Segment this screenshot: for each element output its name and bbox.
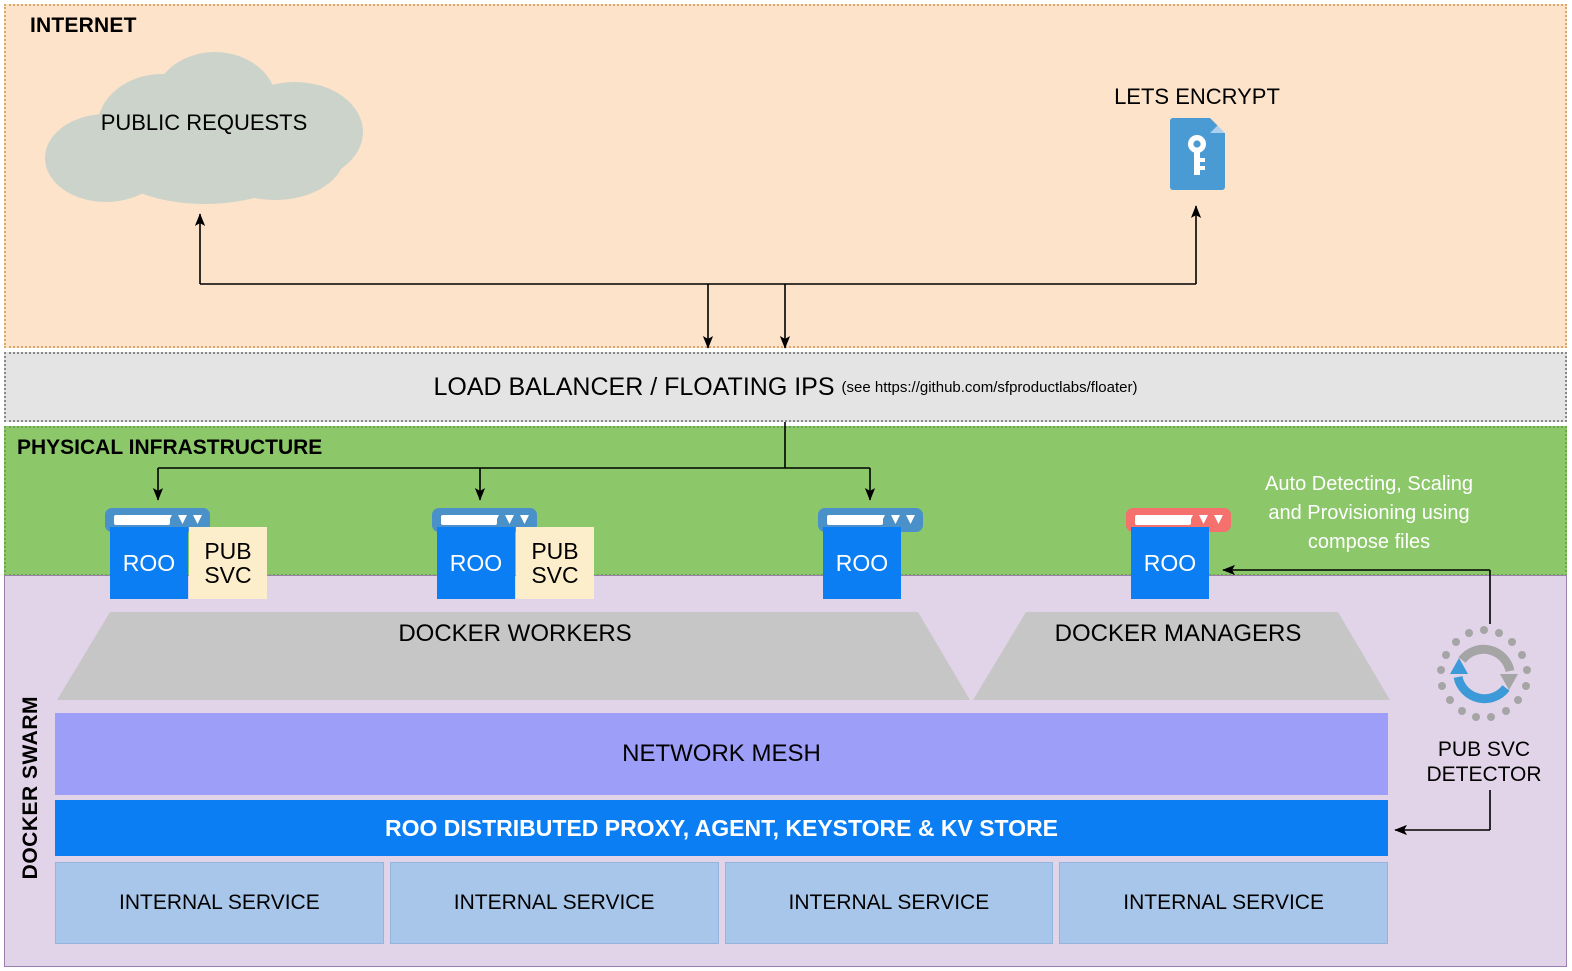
network-mesh-label: NETWORK MESH: [622, 740, 821, 767]
internal-service-3[interactable]: INTERNAL SERVICE: [724, 862, 1054, 944]
server-1-roo-label: ROO: [110, 527, 188, 599]
load-balancer-section: LOAD BALANCER / FLOATING IPS (see https:…: [4, 352, 1567, 422]
pub-svc-line-1: PUB: [204, 537, 252, 564]
load-balancer-title: LOAD BALANCER / FLOATING IPS: [433, 372, 835, 401]
lets-encrypt-node: LETS ENCRYPT: [1106, 84, 1288, 190]
auto-note-line-3: compose files: [1307, 531, 1431, 553]
docker-workers-label: DOCKER WORKERS: [398, 620, 632, 647]
pub-svc-line-2: SVC: [531, 562, 579, 588]
pub-svc-detector-label: PUB SVC DETECTOR: [1396, 737, 1572, 787]
auto-note-line-2: and Provisioning using: [1268, 502, 1470, 524]
pub-svc-line-1: PUB: [531, 537, 579, 564]
pub-svc-detector-node[interactable]: PUB SVC DETECTOR: [1396, 624, 1572, 787]
roo-distributed-proxy-bar: ROO DISTRIBUTED PROXY, AGENT, KEYSTORE &…: [55, 800, 1388, 856]
cloud-label: PUBLIC REQUESTS: [100, 110, 308, 135]
load-balancer-subtitle: (see https://github.com/sfproductlabs/fl…: [841, 378, 1138, 396]
auto-provisioning-note: Auto Detecting, Scaling and Provisioning…: [1219, 470, 1519, 557]
network-mesh-bar: NETWORK MESH: [55, 713, 1388, 795]
internal-service-1[interactable]: INTERNAL SERVICE: [55, 862, 384, 944]
server-4-roo-label: ROO: [1131, 527, 1209, 599]
auto-note-line-1: Auto Detecting, Scaling: [1265, 473, 1473, 495]
internal-service-4[interactable]: INTERNAL SERVICE: [1059, 862, 1388, 944]
docker-swarm-label: DOCKER SWARM: [19, 696, 42, 880]
lets-encrypt-label: LETS ENCRYPT: [1114, 84, 1280, 109]
server-1-pub-svc: PUB SVC: [189, 527, 267, 599]
key-icon: [1188, 135, 1206, 175]
detector-label-line-1: PUB SVC: [1437, 738, 1531, 761]
server-3-roo-label: ROO: [823, 527, 901, 599]
roo-proxy-label: ROO DISTRIBUTED PROXY, AGENT, KEYSTORE &…: [384, 814, 1059, 841]
sync-refresh-icon: [1437, 626, 1531, 721]
docker-managers-label: DOCKER MANAGERS: [1054, 620, 1302, 647]
internal-service-2[interactable]: INTERNAL SERVICE: [389, 862, 719, 944]
architecture-diagram: INTERNET PUBLIC REQUESTS LETS ENCRYPT LO…: [0, 0, 1572, 971]
cloud-icon: PUBLIC REQUESTS: [45, 52, 363, 204]
detector-label-line-2: DETECTOR: [1426, 763, 1542, 787]
physical-infrastructure-label: PHYSICAL INFRASTRUCTURE: [17, 436, 323, 459]
pub-svc-line-2: SVC: [204, 562, 252, 588]
internal-services-row: INTERNAL SERVICE INTERNAL SERVICE INTERN…: [55, 862, 1388, 944]
internet-section-label: INTERNET: [30, 14, 137, 37]
certificate-key-document-icon: [1169, 118, 1225, 190]
server-2-roo-label: ROO: [437, 527, 515, 599]
server-2-pub-svc: PUB SVC: [516, 527, 594, 599]
